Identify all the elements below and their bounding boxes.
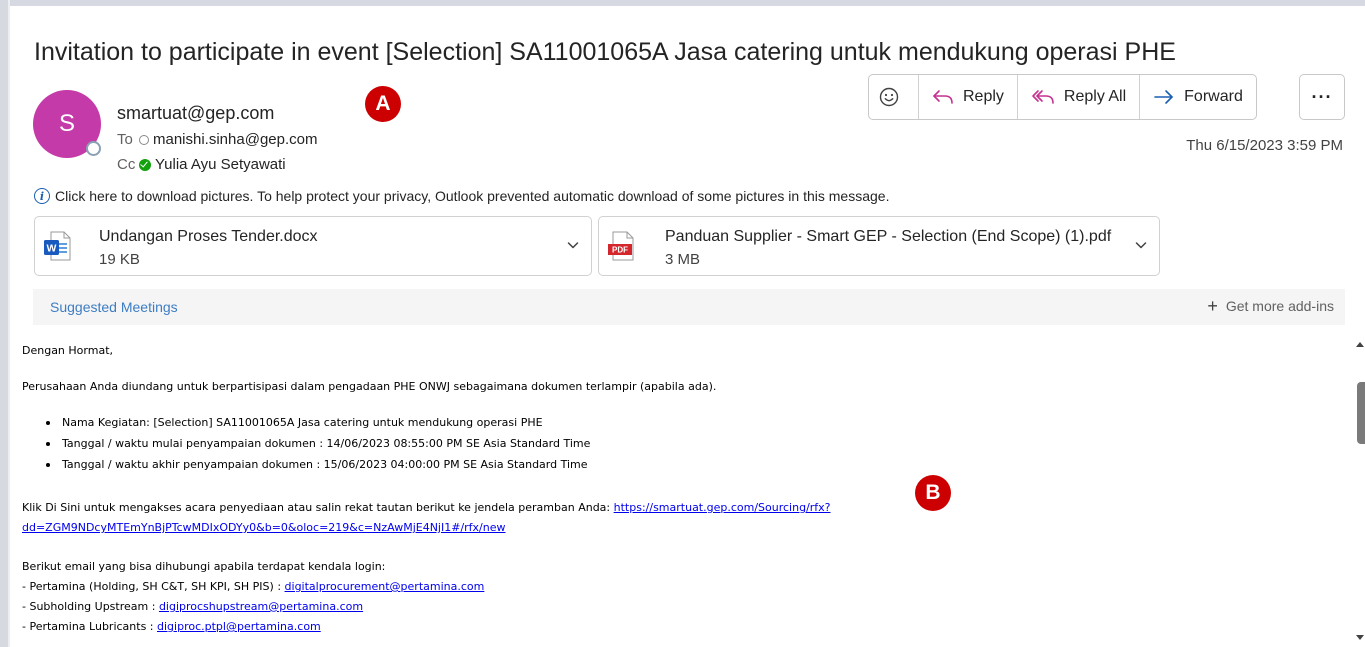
rfx-link[interactable]: https://smartuat.gep.com/Sourcing/rfx? xyxy=(614,501,831,514)
more-actions-button[interactable]: ··· xyxy=(1299,74,1345,120)
rfx-link-continued[interactable]: dd=ZGM9NDcyMTEmYnBjPTcwMDIxODYy0&b=0&olo… xyxy=(22,521,506,534)
attachment-size: 19 KB xyxy=(99,251,140,268)
list-item: Tanggal / waktu mulai penyampaian dokume… xyxy=(22,437,590,458)
get-more-addins-button[interactable]: + Get more add-ins xyxy=(1207,296,1334,316)
presence-unknown-icon xyxy=(139,134,149,145)
email-subject: Invitation to participate in event [Sele… xyxy=(34,38,1176,66)
window-left-border xyxy=(0,0,8,647)
reply-all-label: Reply All xyxy=(1063,88,1127,105)
contact-line: - Pertamina Lubricants : digiproc.ptpl@p… xyxy=(22,620,321,634)
scroll-down-arrow-icon[interactable] xyxy=(1355,632,1365,644)
chevron-down-icon[interactable] xyxy=(1135,239,1147,251)
contact-label: - Pertamina Lubricants : xyxy=(22,620,158,633)
list-item: Tanggal / waktu akhir penyampaian dokume… xyxy=(22,458,590,479)
greeting: Dengan Hormat, xyxy=(22,344,113,357)
reply-button[interactable]: Reply xyxy=(918,75,1017,119)
avatar-initial: S xyxy=(58,110,75,137)
addins-bar: Suggested Meetings + Get more add-ins xyxy=(33,289,1345,325)
download-pictures-infobar[interactable]: i Click here to download pictures. To he… xyxy=(34,188,889,204)
contact-label: - Subholding Upstream : xyxy=(22,600,159,613)
annotation-marker-a: A xyxy=(365,86,401,122)
word-doc-icon: W xyxy=(44,231,71,261)
intro-paragraph: Perusahaan Anda diundang untuk berpartis… xyxy=(22,380,717,393)
cc-recipient[interactable]: Yulia Ayu Setyawati xyxy=(155,156,286,173)
to-line: To manishi.sinha@gep.com xyxy=(117,131,317,148)
attachment-docx[interactable]: W Undangan Proses Tender.docx 19 KB xyxy=(34,216,592,276)
attachment-name: Undangan Proses Tender.docx xyxy=(99,228,318,245)
presence-available-icon xyxy=(139,158,151,171)
attachment-name: Panduan Supplier - Smart GEP - Selection… xyxy=(665,228,1112,245)
pdf-icon: PDF xyxy=(608,231,634,261)
reply-icon xyxy=(933,90,953,104)
presence-status-icon xyxy=(86,141,101,156)
attachment-pdf[interactable]: PDF Panduan Supplier - Smart GEP - Selec… xyxy=(598,216,1160,276)
list-item: Nama Kegiatan: [Selection] SA11001065A J… xyxy=(22,416,590,437)
annotation-marker-b: B xyxy=(915,475,951,511)
forward-button[interactable]: Forward xyxy=(1139,75,1256,119)
reply-all-icon xyxy=(1032,90,1054,104)
contact-label: - Pertamina (Holding, SH C&T, SH KPI, SH… xyxy=(22,580,285,593)
attachment-size: 3 MB xyxy=(665,251,701,268)
emoji-reaction-button[interactable] xyxy=(869,75,918,119)
contact-email-link[interactable]: digiproc.ptpl@pertamina.com xyxy=(157,620,321,633)
reply-label: Reply xyxy=(963,88,1004,105)
svg-text:W: W xyxy=(47,243,57,255)
link-instruction: Klik Di Sini untuk mengakses acara penye… xyxy=(22,501,611,514)
reply-all-button[interactable]: Reply All xyxy=(1016,75,1139,119)
contact-email-link[interactable]: digitalprocurement@pertamina.com xyxy=(285,580,485,593)
message-actions-toolbar: Reply Reply All Forward xyxy=(868,74,1257,120)
cc-line: Cc Yulia Ayu Setyawati xyxy=(117,156,286,173)
plus-icon: + xyxy=(1207,296,1218,316)
more-icon: ··· xyxy=(1311,86,1333,107)
contact-line: - Subholding Upstream : digiprocshupstre… xyxy=(22,600,363,614)
contact-intro: Berikut email yang bisa dihubungi apabil… xyxy=(22,560,386,573)
scroll-up-arrow-icon[interactable] xyxy=(1355,338,1365,350)
cc-label: Cc xyxy=(117,156,136,173)
sender-email[interactable]: smartuat@gep.com xyxy=(117,103,274,124)
contact-email-link[interactable]: digiprocshupstream@pertamina.com xyxy=(159,600,363,613)
forward-label: Forward xyxy=(1184,88,1243,105)
link-paragraph: Klik Di Sini untuk mengakses acara penye… xyxy=(22,501,831,515)
get-more-addins-label: Get more add-ins xyxy=(1225,298,1334,314)
event-details-list: Nama Kegiatan: [Selection] SA11001065A J… xyxy=(22,416,590,479)
info-icon: i xyxy=(34,188,50,204)
to-label: To xyxy=(117,131,133,148)
link-paragraph-cont: dd=ZGM9NDcyMTEmYnBjPTcwMDIxODYy0&b=0&olo… xyxy=(22,521,506,535)
contact-line: - Pertamina (Holding, SH C&T, SH KPI, SH… xyxy=(22,580,484,594)
svg-text:PDF: PDF xyxy=(612,246,628,255)
suggested-meetings-link[interactable]: Suggested Meetings xyxy=(50,299,178,315)
to-recipient[interactable]: manishi.sinha@gep.com xyxy=(153,131,317,148)
emoji-icon xyxy=(879,87,899,107)
received-date: Thu 6/15/2023 3:59 PM xyxy=(1186,137,1343,154)
reading-pane: Invitation to participate in event [Sele… xyxy=(10,6,1365,647)
forward-arrow-icon xyxy=(1154,90,1173,104)
scrollbar-thumb[interactable] xyxy=(1357,382,1365,444)
chevron-down-icon[interactable] xyxy=(567,239,579,251)
infobar-text: Click here to download pictures. To help… xyxy=(55,188,890,204)
